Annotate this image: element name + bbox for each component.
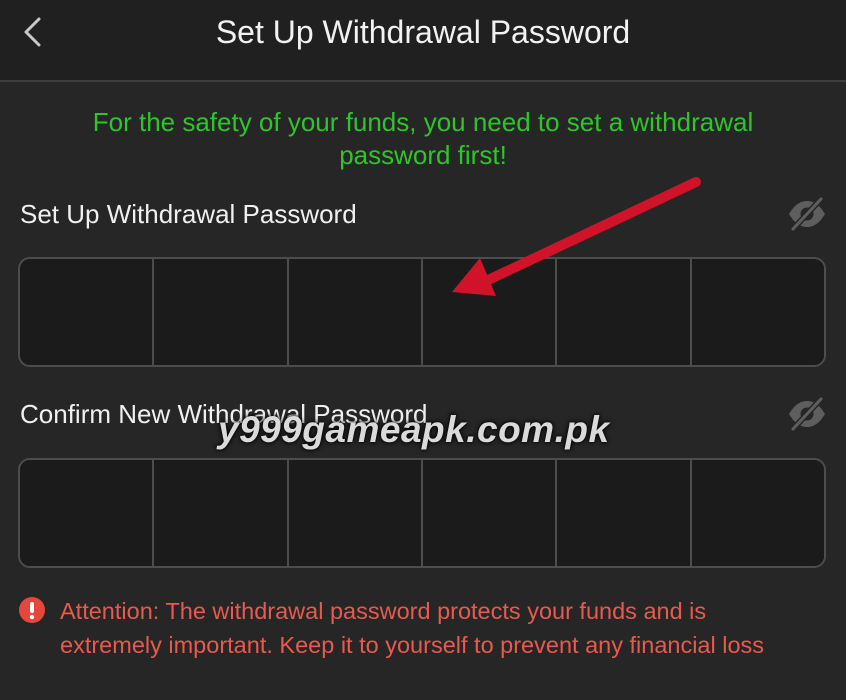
page-title: Set Up Withdrawal Password bbox=[215, 14, 631, 50]
pin-digit-3[interactable] bbox=[288, 460, 423, 566]
pin-digit-3[interactable] bbox=[288, 259, 423, 365]
toggle-visibility-button[interactable] bbox=[784, 396, 830, 432]
pin-digit-5[interactable] bbox=[557, 259, 692, 365]
pin-digit-4[interactable] bbox=[422, 259, 558, 365]
attention-message: Attention: The withdrawal password prote… bbox=[18, 594, 806, 662]
attention-text: Attention: The withdrawal password prote… bbox=[60, 598, 765, 658]
set-password-label: Set Up Withdrawal Password bbox=[20, 199, 357, 229]
toggle-visibility-button[interactable] bbox=[784, 196, 830, 232]
eye-slash-icon bbox=[789, 197, 825, 231]
screen: Set Up Withdrawal Password For the safet… bbox=[0, 0, 846, 700]
header-bar: Set Up Withdrawal Password bbox=[0, 0, 846, 82]
pin-digit-6[interactable] bbox=[691, 259, 824, 365]
pin-digit-4[interactable] bbox=[422, 460, 558, 566]
pin-digit-5[interactable] bbox=[557, 460, 692, 566]
confirm-password-label: Confirm New Withdrawal Password bbox=[20, 399, 428, 429]
eye-slash-icon bbox=[789, 397, 825, 431]
pin-digit-2[interactable] bbox=[154, 259, 289, 365]
pin-digit-1[interactable] bbox=[20, 460, 155, 566]
confirm-password-input[interactable] bbox=[18, 458, 826, 568]
safety-notice: For the safety of your funds, you need t… bbox=[92, 107, 754, 170]
set-password-input[interactable] bbox=[18, 257, 826, 367]
exclamation-circle-icon bbox=[19, 597, 45, 623]
pin-digit-1[interactable] bbox=[20, 259, 155, 365]
pin-digit-2[interactable] bbox=[154, 460, 289, 566]
pin-digit-6[interactable] bbox=[691, 460, 824, 566]
